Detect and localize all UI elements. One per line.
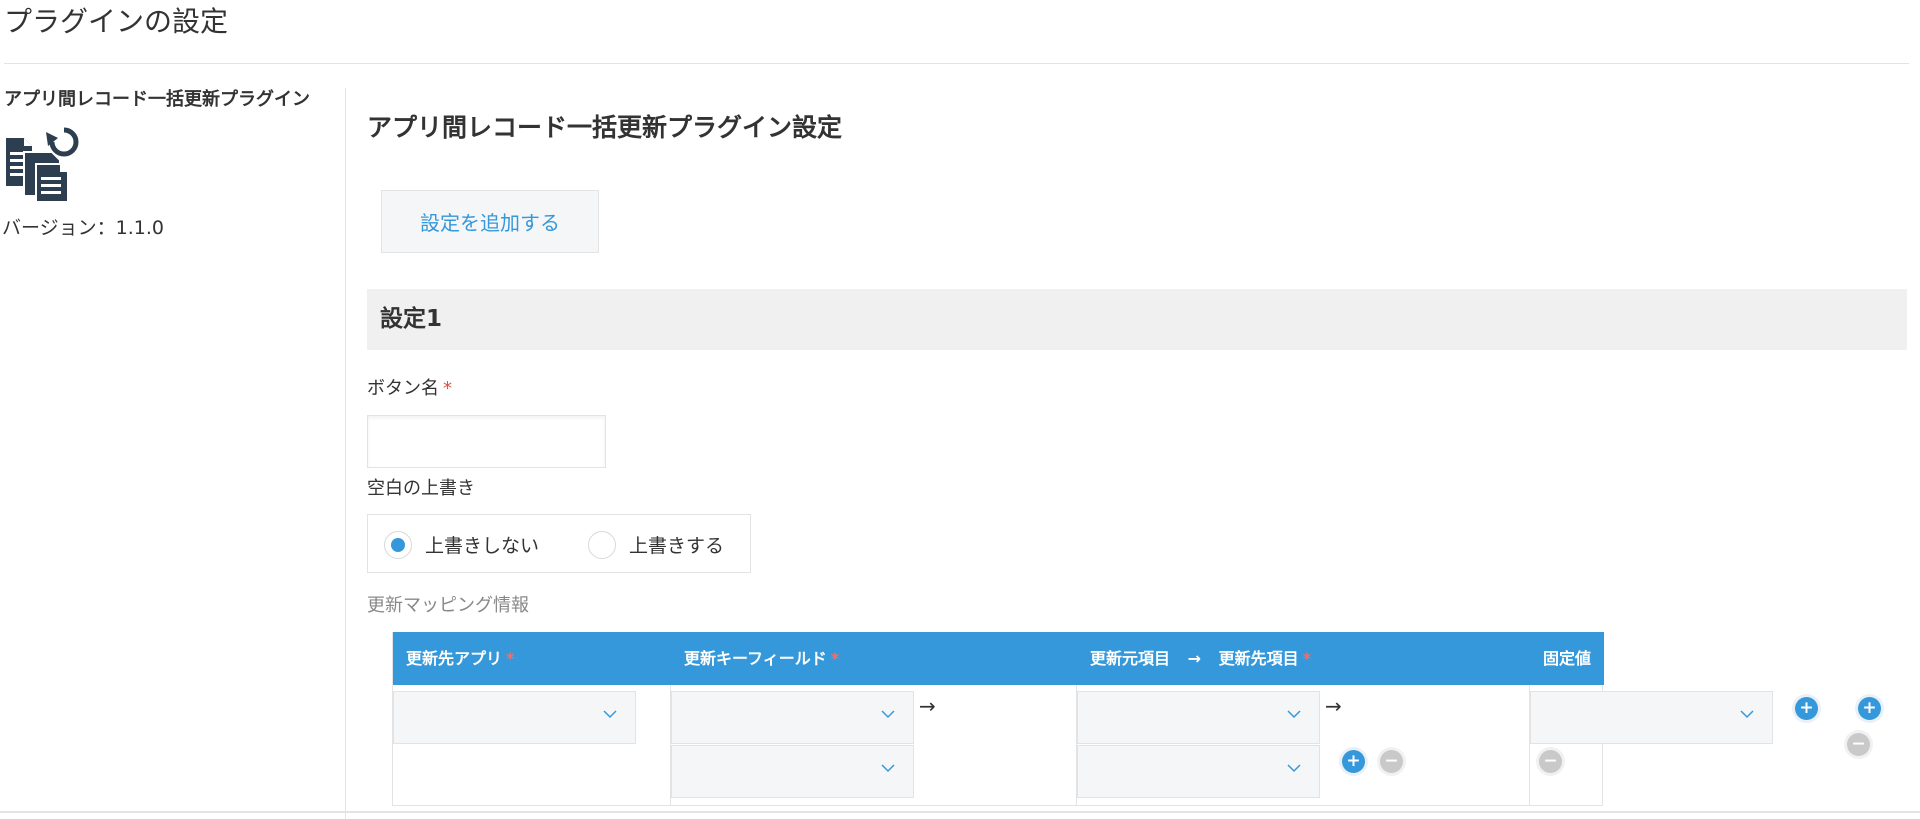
radio-overwrite[interactable]: 上書きする bbox=[588, 515, 724, 574]
overwrite-label: 空白の上書き bbox=[367, 478, 475, 499]
bottom-divider bbox=[0, 811, 1920, 813]
header-key-field: 更新キーフィールド * bbox=[684, 632, 839, 685]
overwrite-radio-group: 上書きしない 上書きする bbox=[367, 514, 751, 573]
remove-fixed-value-button[interactable]: − bbox=[1539, 750, 1562, 773]
radio-overwrite-label: 上書きする bbox=[629, 535, 725, 557]
header-key-field-text: 更新キーフィールド bbox=[684, 649, 827, 668]
settings-heading: アプリ間レコード一括更新プラグイン設定 bbox=[367, 113, 843, 142]
plugin-info-sidebar: アプリ間レコード一括更新プラグイン バージョン：1.1.0 bbox=[0, 88, 346, 819]
radio-no-overwrite[interactable]: 上書きしない bbox=[384, 515, 539, 574]
setting-section-title: 設定1 bbox=[380, 306, 443, 332]
radio-no-overwrite-label: 上書きしない bbox=[425, 535, 540, 557]
settings-main: アプリ間レコード一括更新プラグイン設定 設定を追加する 設定1 ボタン名 * 空白… bbox=[367, 0, 1907, 819]
plugin-documents-refresh-icon bbox=[6, 127, 79, 203]
required-mark: * bbox=[506, 649, 515, 668]
header-arrow: → bbox=[1187, 649, 1201, 668]
chevron-down-icon bbox=[1287, 764, 1301, 773]
header-dest-app-text: 更新先アプリ bbox=[406, 649, 503, 668]
add-fixed-value-button[interactable]: + bbox=[1795, 697, 1818, 720]
mapping-table-header: 更新先アプリ* 更新キーフィールド* 更新元項目 → 更新先項目* 固定値入力項… bbox=[393, 632, 1604, 774]
key-field-select[interactable] bbox=[671, 745, 914, 798]
setting-section-header: 設定1 bbox=[367, 289, 1907, 350]
button-name-label: ボタン名 * bbox=[367, 377, 452, 401]
dest-app-select[interactable] bbox=[393, 691, 636, 744]
chevron-down-icon bbox=[603, 710, 617, 719]
mapping-table: 更新先アプリ* 更新キーフィールド* 更新元項目 → 更新先項目* 固定値入力項… bbox=[392, 632, 1818, 806]
radio-no-overwrite-circle[interactable] bbox=[384, 530, 412, 559]
mapping-arrow: → bbox=[919, 694, 936, 718]
remove-mapping-button[interactable]: − bbox=[1847, 733, 1870, 756]
header-source-item-text: 更新元項目 bbox=[1090, 649, 1171, 668]
plugin-name: アプリ間レコード一括更新プラグイン bbox=[4, 89, 310, 110]
fixed-value-select[interactable] bbox=[1530, 691, 1773, 744]
source-dest-item-select[interactable] bbox=[1077, 691, 1320, 744]
add-setting-button[interactable]: 設定を追加する bbox=[381, 190, 599, 253]
source-dest-item-select[interactable] bbox=[1077, 745, 1320, 798]
page-title: プラグインの設定 bbox=[4, 5, 229, 38]
header-dest-item-text: 更新先項目 bbox=[1218, 649, 1299, 668]
key-field-select[interactable] bbox=[671, 691, 914, 744]
plugin-version: バージョン：1.1.0 bbox=[2, 217, 164, 239]
chevron-down-icon bbox=[881, 710, 895, 719]
mapping-arrow: → bbox=[1325, 694, 1342, 718]
add-row-button[interactable]: + bbox=[1342, 750, 1365, 773]
required-mark: * bbox=[830, 649, 840, 668]
header-dest-app: 更新先アプリ * bbox=[406, 632, 514, 685]
mapping-info-label: 更新マッピング情報 bbox=[367, 595, 529, 616]
radio-overwrite-circle[interactable] bbox=[588, 530, 616, 559]
button-name-input[interactable] bbox=[367, 415, 606, 468]
button-name-label-text: ボタン名 bbox=[367, 378, 439, 399]
remove-row-button[interactable]: − bbox=[1380, 750, 1403, 773]
required-mark: * bbox=[1302, 649, 1311, 668]
add-mapping-button[interactable]: + bbox=[1858, 697, 1881, 720]
header-source-dest-item: 更新元項目 → 更新先項目 * bbox=[1090, 632, 1311, 685]
required-mark: * bbox=[443, 378, 452, 399]
chevron-down-icon bbox=[1287, 710, 1301, 719]
chevron-down-icon bbox=[1740, 710, 1754, 719]
chevron-down-icon bbox=[881, 764, 895, 773]
